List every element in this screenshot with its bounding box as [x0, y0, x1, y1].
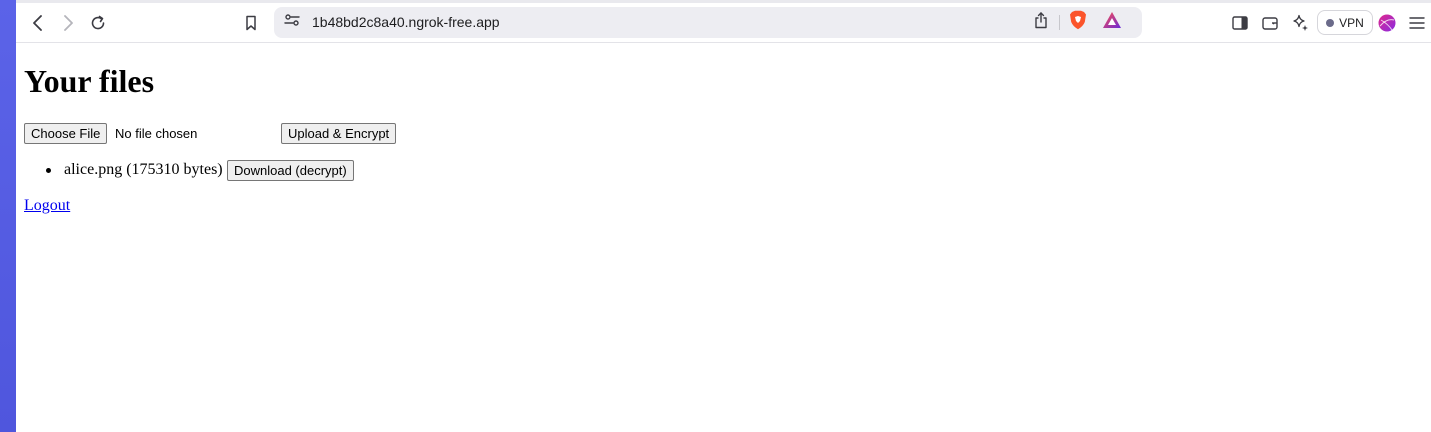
chevron-right-icon [62, 14, 74, 31]
tune-icon [284, 13, 300, 32]
forward-button[interactable] [56, 3, 80, 42]
logout-link[interactable]: Logout [24, 196, 70, 216]
browser-toolbar: 1b48bd2c8a40.ngrok-free.app VPN [16, 3, 1431, 43]
url-text[interactable]: 1b48bd2c8a40.ngrok-free.app [312, 7, 500, 38]
sparkle-icon [1292, 14, 1309, 31]
address-bar-divider [1059, 15, 1060, 30]
reload-icon [90, 15, 106, 31]
upload-encrypt-button[interactable]: Upload & Encrypt [281, 123, 397, 144]
page-title: Your files [24, 63, 155, 99]
wallet-icon [1262, 16, 1278, 30]
profile-button[interactable] [1375, 3, 1399, 42]
list-bullet [46, 168, 51, 173]
wallet-button[interactable] [1258, 3, 1282, 42]
vpn-label: VPN [1339, 15, 1364, 30]
profile-avatar-icon [1378, 14, 1396, 32]
address-bar[interactable]: 1b48bd2c8a40.ngrok-free.app [274, 7, 1142, 38]
download-decrypt-button[interactable]: Download (decrypt) [227, 160, 354, 181]
rewards-button[interactable] [1100, 7, 1124, 38]
leo-ai-button[interactable] [1288, 3, 1312, 42]
choose-file-button[interactable]: Choose File [24, 123, 108, 144]
main-menu-button[interactable] [1405, 3, 1429, 42]
sidebar-toggle-button[interactable] [1228, 3, 1252, 42]
brave-shields-button[interactable] [1066, 7, 1090, 38]
share-icon [1034, 11, 1048, 34]
chevron-left-icon [32, 14, 44, 31]
bookmark-icon [245, 15, 257, 31]
sidebar-icon [1232, 15, 1248, 30]
bookmark-button[interactable] [239, 3, 263, 42]
left-window-strip [0, 0, 16, 432]
site-settings-button[interactable] [281, 7, 303, 38]
vpn-status-icon [1326, 18, 1335, 27]
reload-button[interactable] [86, 3, 110, 42]
file-input-status: No file chosen [115, 126, 198, 141]
vpn-button[interactable]: VPN [1317, 10, 1373, 35]
back-button[interactable] [26, 3, 50, 42]
file-entry-text: alice.png (175310 bytes) [64, 161, 223, 178]
share-button[interactable] [1030, 7, 1052, 38]
rewards-triangle-icon [1102, 11, 1122, 34]
brave-lion-icon [1069, 10, 1087, 35]
hamburger-menu-icon [1409, 16, 1425, 30]
